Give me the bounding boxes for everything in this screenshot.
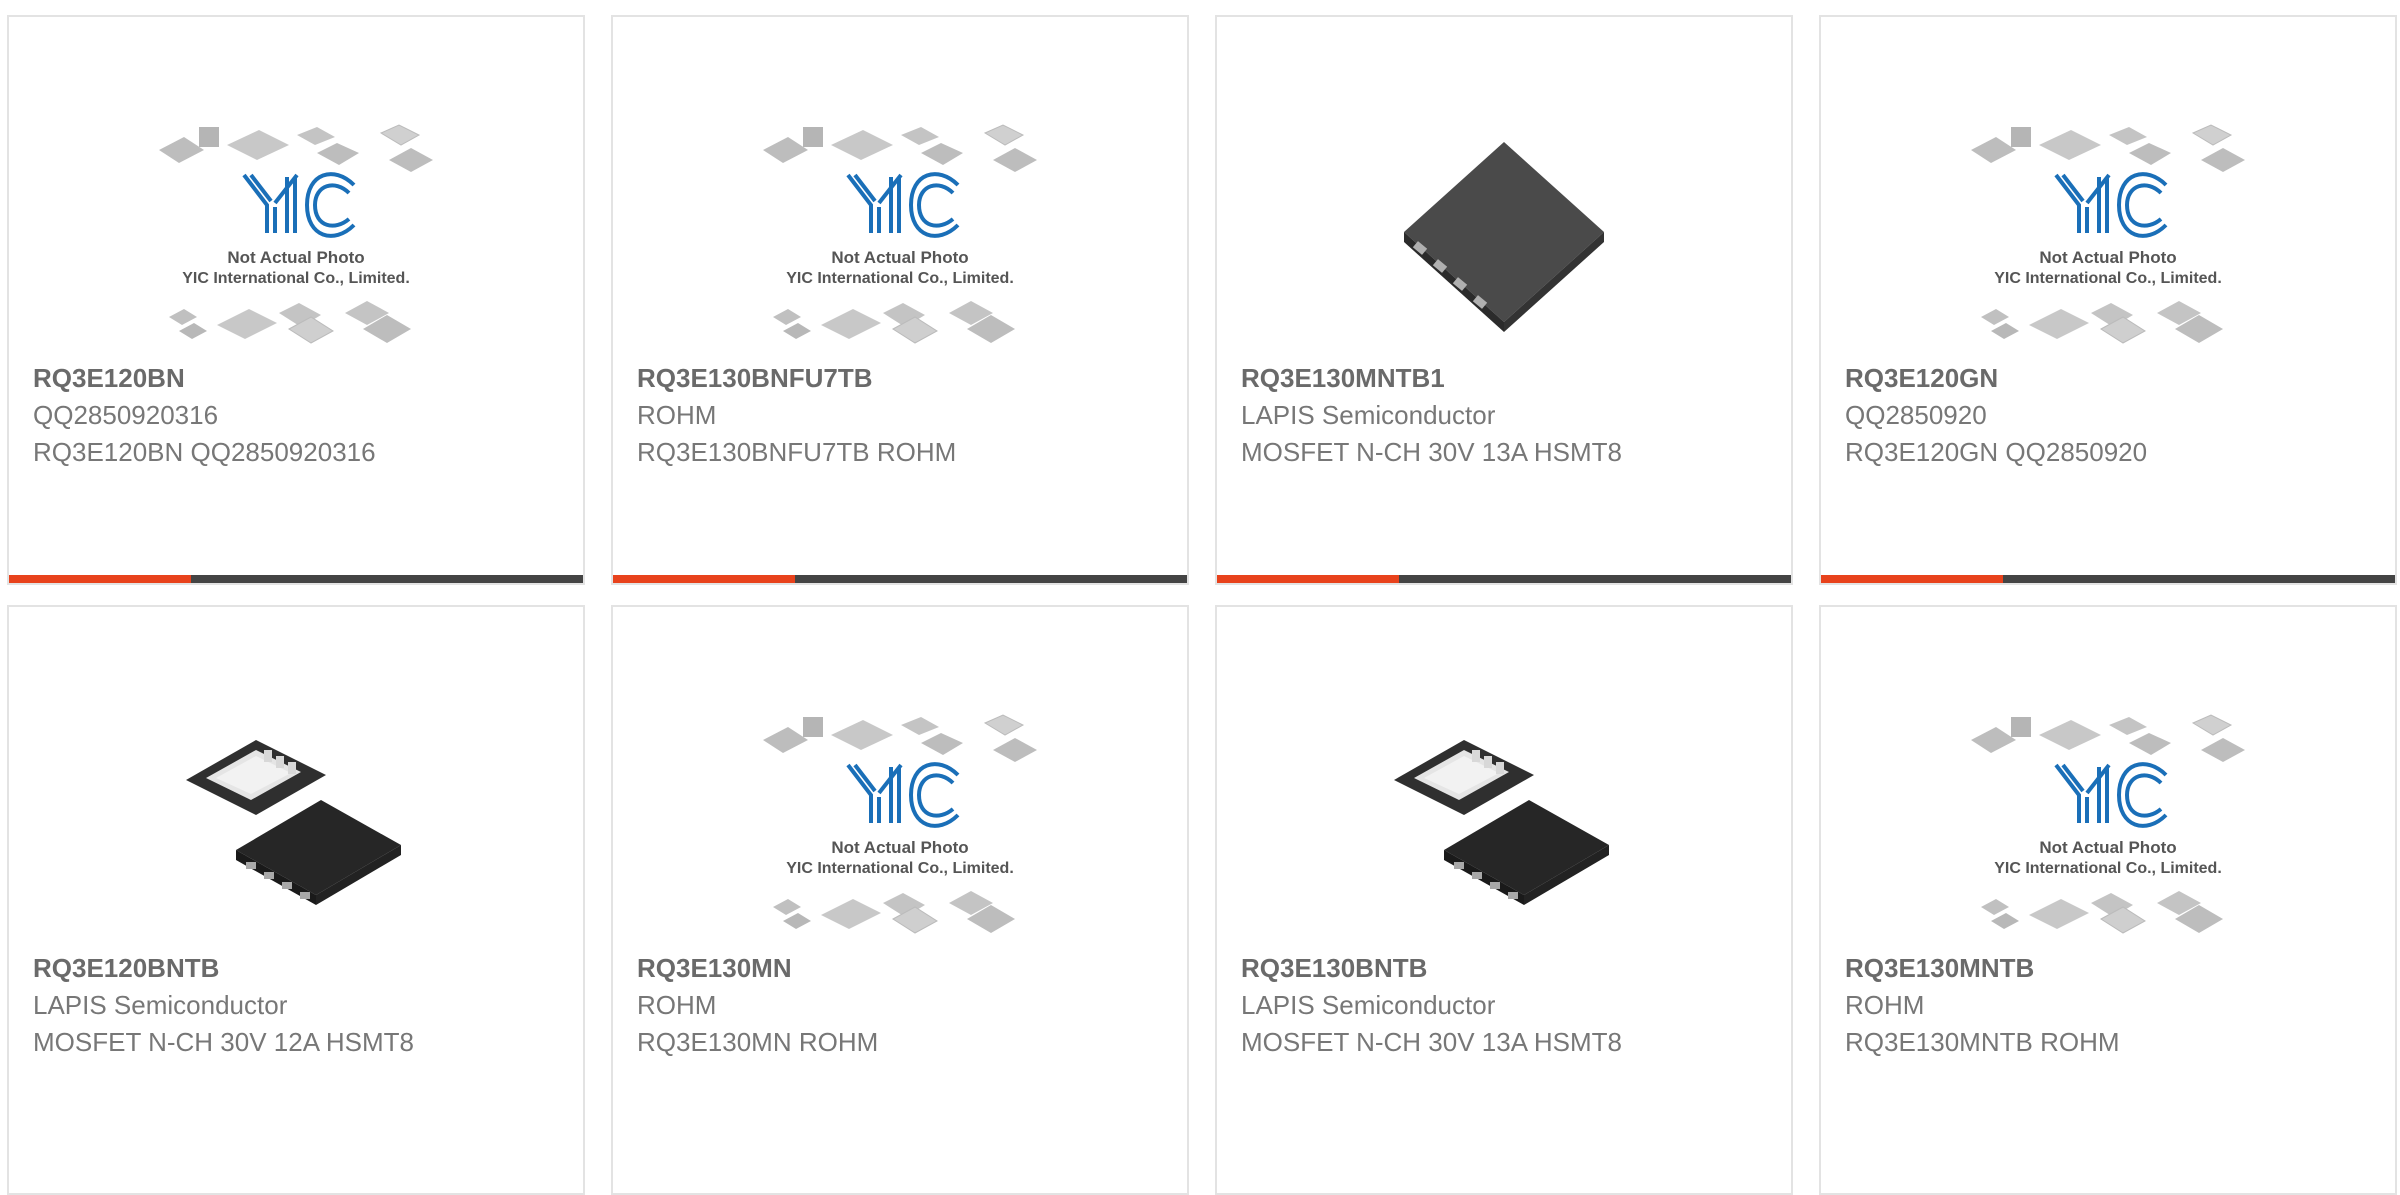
card-accent-bar — [1217, 575, 1791, 583]
description: MOSFET N-CH 30V 13A HSMT8 — [1241, 1027, 1622, 1057]
product-card[interactable]: RQ3E130MN ROHM RQ3E130MN ROHM — [611, 605, 1189, 1195]
placeholder-icon — [750, 682, 1050, 957]
description: RQ3E130MNTB ROHM — [1845, 1027, 2120, 1057]
description: RQ3E130BNFU7TB ROHM — [637, 437, 957, 467]
description: RQ3E130MN ROHM — [637, 1027, 879, 1057]
placeholder-icon — [1958, 682, 2258, 957]
product-grid: RQ3E120BN QQ2850920316 RQ3E120BN QQ28509… — [0, 0, 2400, 1195]
part-number-link[interactable]: RQ3E120GN — [1845, 360, 2375, 397]
placeholder-icon — [146, 92, 446, 367]
description: RQ3E120GN QQ2850920 — [1845, 437, 2148, 467]
product-card[interactable]: RQ3E120BNTB LAPIS Semiconductor MOSFET N… — [7, 605, 585, 1195]
manufacturer: ROHM — [637, 990, 717, 1020]
manufacturer: LAPIS Semiconductor — [33, 990, 288, 1020]
placeholder-icon — [750, 92, 1050, 367]
part-number-link[interactable]: RQ3E120BNTB — [33, 950, 563, 987]
product-card[interactable]: RQ3E130BNTB LAPIS Semiconductor MOSFET N… — [1215, 605, 1793, 1195]
product-card[interactable]: RQ3E120GN QQ2850920 RQ3E120GN QQ2850920 — [1819, 15, 2397, 585]
part-number-link[interactable]: RQ3E130BNFU7TB — [637, 360, 1167, 397]
part-number-link[interactable]: RQ3E130MNTB — [1845, 950, 2375, 987]
part-number-link[interactable]: RQ3E130MNTB1 — [1241, 360, 1771, 397]
product-card[interactable]: RQ3E130MNTB1 LAPIS Semiconductor MOSFET … — [1215, 15, 1793, 585]
manufacturer: LAPIS Semiconductor — [1241, 990, 1496, 1020]
product-card[interactable]: RQ3E120BN QQ2850920316 RQ3E120BN QQ28509… — [7, 15, 585, 585]
card-accent-bar — [613, 575, 1187, 583]
description: MOSFET N-CH 30V 13A HSMT8 — [1241, 437, 1622, 467]
card-accent-bar — [9, 575, 583, 583]
description: RQ3E120BN QQ2850920316 — [33, 437, 376, 467]
product-card[interactable]: RQ3E130BNFU7TB ROHM RQ3E130BNFU7TB ROHM — [611, 15, 1189, 585]
manufacturer: QQ2850920316 — [33, 400, 219, 430]
card-accent-bar — [1821, 575, 2395, 583]
chip-hsmt8-icon — [1354, 92, 1654, 367]
chip-pair-icon — [146, 682, 446, 957]
placeholder-icon — [1958, 92, 2258, 367]
part-number-link[interactable]: RQ3E130BNTB — [1241, 950, 1771, 987]
part-number-link[interactable]: RQ3E130MN — [637, 950, 1167, 987]
chip-pair-icon — [1354, 682, 1654, 957]
manufacturer: ROHM — [637, 400, 717, 430]
manufacturer: ROHM — [1845, 990, 1925, 1020]
manufacturer: LAPIS Semiconductor — [1241, 400, 1496, 430]
product-card[interactable]: RQ3E130MNTB ROHM RQ3E130MNTB ROHM — [1819, 605, 2397, 1195]
description: MOSFET N-CH 30V 12A HSMT8 — [33, 1027, 414, 1057]
part-number-link[interactable]: RQ3E120BN — [33, 360, 563, 397]
manufacturer: QQ2850920 — [1845, 400, 1987, 430]
